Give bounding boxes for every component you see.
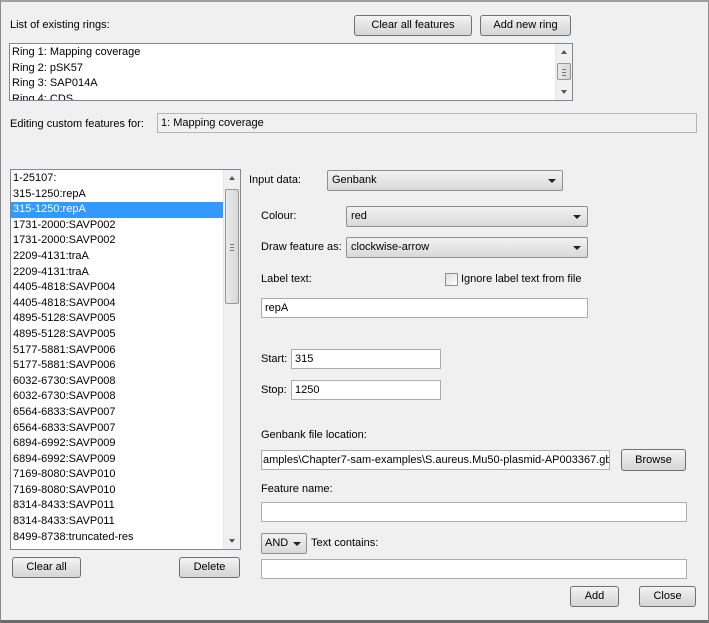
list-item[interactable]: 2209-4131:traA xyxy=(11,265,240,281)
chevron-down-icon xyxy=(573,215,581,219)
add-new-ring-button[interactable]: Add new ring xyxy=(480,15,571,36)
list-item[interactable]: 6564-6833:SAVP007 xyxy=(11,405,240,421)
input-data-select[interactable]: Genbank xyxy=(327,170,563,191)
scroll-up-icon[interactable] xyxy=(229,176,235,180)
ignore-label-text: Ignore label text from file xyxy=(461,273,582,285)
scroll-thumb[interactable] xyxy=(557,63,571,80)
list-item[interactable]: 7169-8080:SAVP010 xyxy=(11,467,240,483)
list-item[interactable]: 5177-5881:SAVP006 xyxy=(11,358,240,374)
list-item[interactable]: 4405-4818:SAVP004 xyxy=(11,280,240,296)
list-item[interactable]: 6032-6730:SAVP008 xyxy=(11,389,240,405)
rings-scrollbar[interactable] xyxy=(555,44,572,100)
delete-button[interactable]: Delete xyxy=(179,557,240,578)
ignore-label-checkbox[interactable] xyxy=(445,273,458,286)
list-item[interactable]: Ring 4: CDS xyxy=(10,92,572,100)
list-item[interactable]: 4895-5128:SAVP005 xyxy=(11,327,240,343)
list-item[interactable]: 315-1250:repA xyxy=(11,187,240,203)
input-data-value: Genbank xyxy=(332,174,377,186)
text-contains-input[interactable] xyxy=(261,559,687,579)
draw-feature-label: Draw feature as: xyxy=(261,241,342,253)
features-list[interactable]: 1-25107: 315-1250:repA 315-1250:repA 1731-2… xyxy=(10,169,241,550)
file-location-input[interactable]: amples\Chapter7-sam-examples\S.aureus.Mu… xyxy=(261,450,610,470)
chevron-down-icon xyxy=(293,542,301,546)
chevron-down-icon xyxy=(573,246,581,250)
stop-label: Stop: xyxy=(261,384,287,396)
list-item[interactable]: 5177-5881:SAVP006 xyxy=(11,343,240,359)
start-label: Start: xyxy=(261,353,288,365)
feature-name-label: Feature name: xyxy=(261,483,333,495)
scroll-up-icon[interactable] xyxy=(561,50,567,54)
clear-all-button[interactable]: Clear all xyxy=(12,557,81,578)
list-item[interactable]: 8314-8433:SAVP011 xyxy=(11,498,240,514)
list-item[interactable]: 1731-2000:SAVP002 xyxy=(11,233,240,249)
features-scrollbar[interactable] xyxy=(223,170,240,549)
scroll-thumb[interactable] xyxy=(225,189,239,304)
list-item[interactable]: 8314-8433:SAVP011 xyxy=(11,514,240,530)
list-item[interactable]: 1731-2000:SAVP002 xyxy=(11,218,240,234)
colour-select[interactable]: red xyxy=(346,206,588,227)
list-item[interactable]: 4895-5128:SAVP005 xyxy=(11,311,240,327)
list-item[interactable]: 6894-6992:SAVP009 xyxy=(11,452,240,468)
close-button[interactable]: Close xyxy=(639,586,696,607)
scroll-down-icon[interactable] xyxy=(229,539,235,543)
browse-button[interactable]: Browse xyxy=(621,449,686,471)
editing-ring-field: 1: Mapping coverage xyxy=(157,113,697,133)
list-item[interactable]: Ring 1: Mapping coverage xyxy=(10,45,572,61)
logic-operator-select[interactable]: AND xyxy=(261,533,307,554)
draw-feature-select[interactable]: clockwise-arrow xyxy=(346,237,588,258)
label-text-input[interactable]: repA xyxy=(261,298,588,318)
input-data-label: Input data: xyxy=(249,174,301,186)
chevron-down-icon xyxy=(548,179,556,183)
label-text-label: Label text: xyxy=(261,273,312,285)
clear-all-features-button[interactable]: Clear all features xyxy=(354,15,472,36)
feature-name-input[interactable] xyxy=(261,502,687,522)
scroll-down-icon[interactable] xyxy=(561,90,567,94)
list-item[interactable]: 4405-4818:SAVP004 xyxy=(11,296,240,312)
list-item[interactable]: Ring 3: SAP014A xyxy=(10,76,572,92)
draw-feature-value: clockwise-arrow xyxy=(351,241,430,253)
start-input[interactable]: 315 xyxy=(291,349,441,369)
list-item[interactable]: 315-1250:repA xyxy=(11,202,240,218)
list-item[interactable]: Ring 2: pSK57 xyxy=(10,61,572,77)
colour-value: red xyxy=(351,210,367,222)
file-location-label: Genbank file location: xyxy=(261,429,367,441)
list-item[interactable]: 6032-6730:SAVP008 xyxy=(11,374,240,390)
logic-operator-value: AND xyxy=(265,537,289,549)
stop-input[interactable]: 1250 xyxy=(291,380,441,400)
list-item[interactable]: 2209-4131:traA xyxy=(11,249,240,265)
rings-list-label: List of existing rings: xyxy=(10,19,110,31)
add-button[interactable]: Add xyxy=(570,586,619,607)
list-item[interactable]: 1-25107: xyxy=(11,171,240,187)
rings-list[interactable]: Ring 1: Mapping coverage Ring 2: pSK57 Rin… xyxy=(9,43,573,101)
editing-label: Editing custom features for: xyxy=(10,118,144,130)
list-item[interactable]: 6894-6992:SAVP009 xyxy=(11,436,240,452)
colour-label: Colour: xyxy=(261,210,297,222)
text-contains-label: Text contains: xyxy=(311,537,379,549)
list-item[interactable]: 8499-8738:truncated-res xyxy=(11,530,240,546)
list-item[interactable]: 7169-8080:SAVP010 xyxy=(11,483,240,499)
list-item[interactable]: 6564-6833:SAVP007 xyxy=(11,421,240,437)
